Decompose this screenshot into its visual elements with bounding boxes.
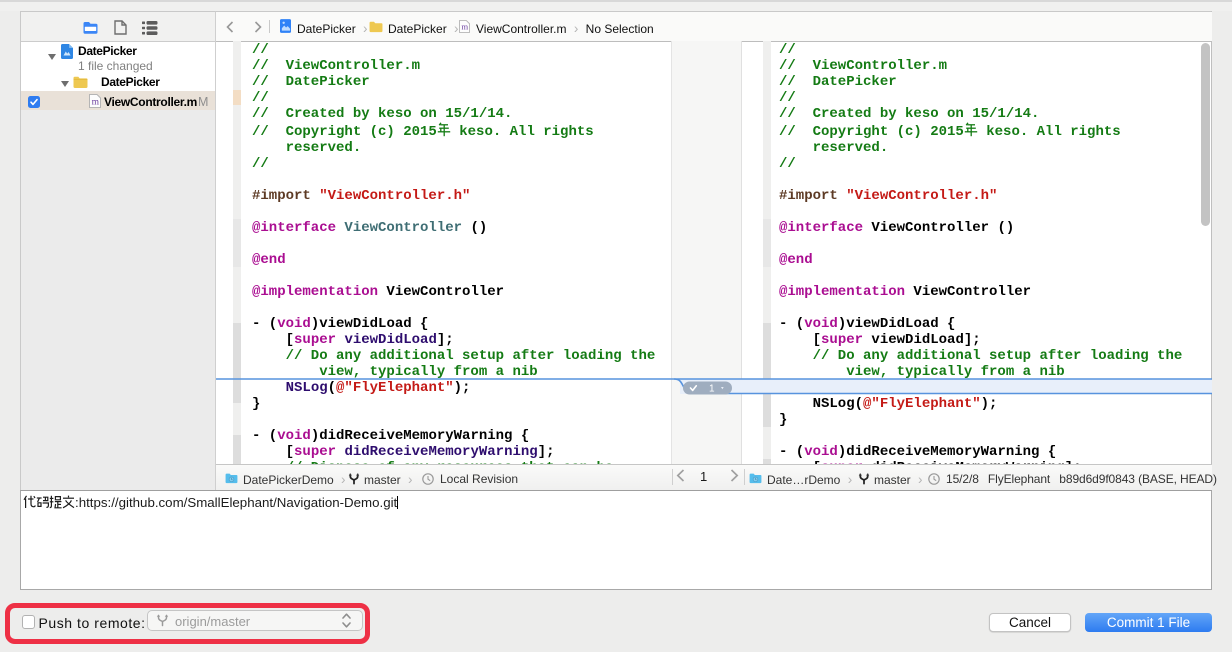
svg-text:m: m (92, 98, 100, 108)
svg-text:1: 1 (709, 384, 715, 395)
svg-text:m: m (461, 22, 468, 32)
